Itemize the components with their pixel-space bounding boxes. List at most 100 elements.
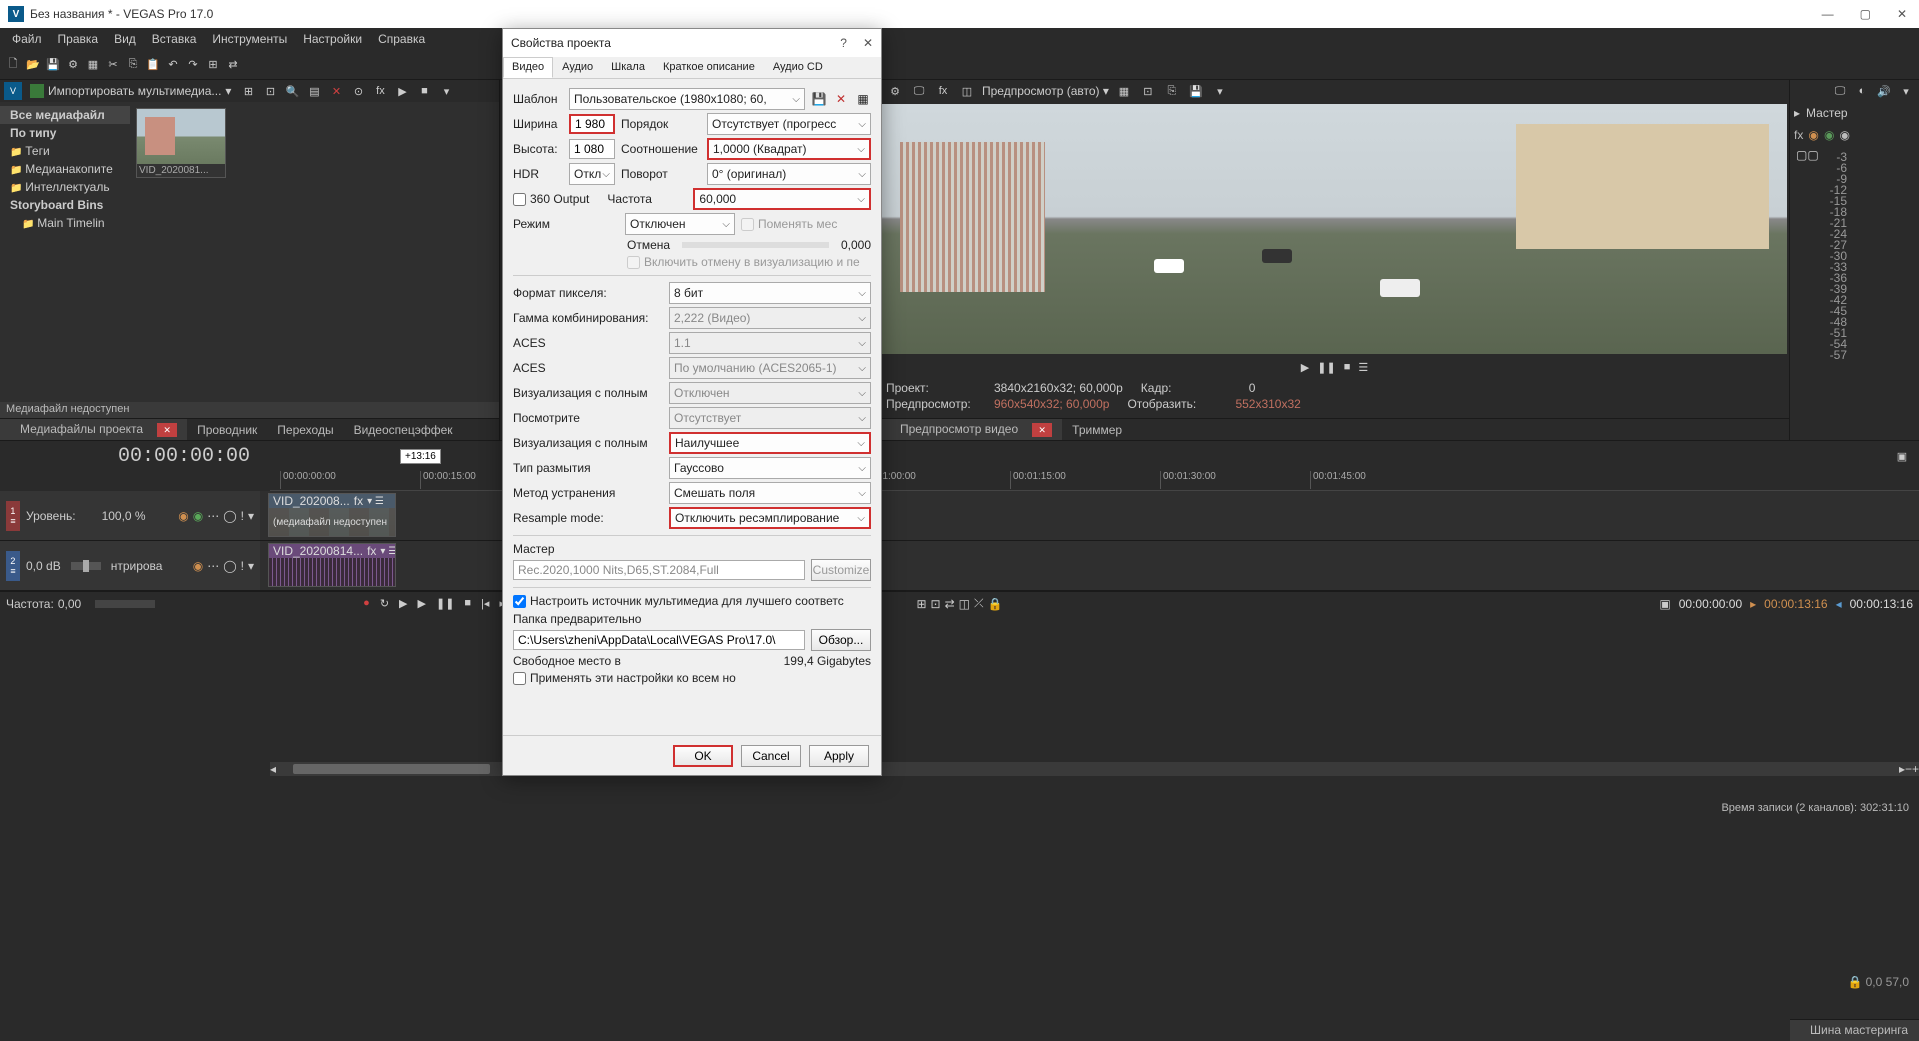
stereo-mode-select[interactable]: Отключен	[625, 213, 735, 235]
track-auto-icon[interactable]: ▾	[248, 509, 254, 523]
master-fx1-icon[interactable]: ◉	[1808, 128, 1818, 142]
go-start-icon[interactable]: |◂	[477, 597, 493, 610]
media-fx-icon[interactable]: fx	[371, 82, 389, 100]
copy-icon[interactable]: ⎘	[124, 56, 142, 74]
tab-ruler[interactable]: Шкала	[602, 57, 654, 78]
menu-file[interactable]: Файл	[4, 30, 50, 48]
width-input[interactable]	[569, 114, 615, 134]
template-delete-icon[interactable]: ✕	[833, 91, 849, 107]
media-logo-icon[interactable]: V	[4, 82, 22, 100]
preview-more-icon[interactable]: ▾	[1211, 82, 1229, 100]
preview-ext-icon[interactable]: 🖵	[910, 82, 928, 100]
save-icon[interactable]: 💾	[44, 56, 62, 74]
open-icon[interactable]: 📂	[24, 56, 42, 74]
track-mute-icon[interactable]: ◯	[223, 509, 236, 523]
field-order-select[interactable]: Отсутствует (прогресс	[707, 113, 871, 135]
new-icon[interactable]: 🗋	[4, 56, 22, 74]
adjust-source-checkbox[interactable]: Настроить источник мультимедиа для лучше…	[513, 594, 871, 608]
tree-all-media[interactable]: Все медиафайл	[0, 106, 130, 124]
snap-toggle-icon[interactable]: ⊞	[916, 597, 926, 611]
master-fx2-icon[interactable]: ◉	[1824, 128, 1834, 142]
look-select[interactable]: Отсутствует	[669, 407, 871, 429]
swap-checkbox[interactable]: Поменять мес	[741, 217, 837, 231]
prerender-folder-input[interactable]	[513, 630, 805, 650]
import-media-button[interactable]: Импортировать мультимедиа... ▾	[26, 82, 235, 100]
master-expand-icon[interactable]: ▸	[1794, 106, 1800, 120]
apply-button[interactable]: Apply	[809, 745, 869, 767]
autoripple-icon[interactable]: ⇄	[224, 56, 242, 74]
tree-by-type[interactable]: По типу	[0, 124, 130, 142]
aces-version-select[interactable]: 1.1	[669, 332, 871, 354]
tab-master-bus[interactable]: Шина мастеринга✕	[1790, 1020, 1919, 1041]
media-stop-icon[interactable]: ■	[415, 82, 433, 100]
preview-settings-icon[interactable]: ⚙	[886, 82, 904, 100]
ripple-icon[interactable]: ⇄	[945, 597, 955, 611]
track-fx-icon[interactable]: ◉	[178, 509, 188, 523]
track-color-icon[interactable]: ◉	[193, 509, 203, 523]
customize-button[interactable]: Customize	[811, 559, 871, 581]
track-solo-icon[interactable]: !	[241, 559, 244, 573]
tab-close-icon[interactable]: ✕	[157, 423, 177, 437]
maximize-button[interactable]: ▢	[1856, 7, 1875, 21]
media-play-icon[interactable]: ▶	[393, 82, 411, 100]
preview-split-icon[interactable]: ◫	[958, 82, 976, 100]
track-fx-icon[interactable]: ◉	[193, 559, 203, 573]
tree-storyboard[interactable]: Storyboard Bins	[0, 196, 130, 214]
rate-slider[interactable]	[95, 600, 155, 608]
zoom-in-icon[interactable]: +	[1912, 762, 1919, 776]
track-volume-slider[interactable]	[71, 562, 101, 570]
track-number[interactable]: 1≡	[6, 501, 20, 531]
preview-stop-icon[interactable]: ■	[1344, 361, 1351, 373]
master-display-input[interactable]	[513, 560, 805, 580]
preview-grid-icon[interactable]: ▦	[1115, 82, 1133, 100]
menu-edit[interactable]: Правка	[50, 30, 107, 48]
blur-type-select[interactable]: Гауссово	[669, 457, 871, 479]
media-remove-icon[interactable]: ✕	[327, 82, 345, 100]
framerate-select[interactable]: 60,000	[693, 188, 871, 210]
tab-summary[interactable]: Краткое описание	[654, 57, 764, 78]
master-down-icon[interactable]: ▾	[1897, 82, 1915, 100]
event-icon[interactable]: ◫	[959, 597, 970, 611]
tab-audiocd[interactable]: Аудио CD	[764, 57, 832, 78]
timeline-maximize-icon[interactable]: ▣	[1893, 447, 1911, 465]
tree-media-drives[interactable]: Медианакопите	[0, 160, 130, 178]
tree-smart[interactable]: Интеллектуаль	[0, 178, 130, 196]
hdr-select[interactable]: Откл	[569, 163, 615, 185]
output360-checkbox[interactable]: 360 Output	[513, 192, 589, 206]
template-match-icon[interactable]: ▦	[855, 91, 871, 107]
preview-overlay-icon[interactable]: ⊡	[1139, 82, 1157, 100]
quantize-icon[interactable]: ⊡	[931, 597, 941, 611]
master-fx-icon[interactable]: fx	[1794, 128, 1803, 142]
audio-clip[interactable]: VID_20200814... fx ▾ ☰	[268, 543, 396, 587]
tc-in-icon[interactable]: ▸	[1750, 597, 1756, 611]
record-icon[interactable]: ●	[359, 597, 374, 610]
track-mute-icon[interactable]: ◯	[223, 559, 236, 573]
tab-videofx[interactable]: Видеоспецэффек	[344, 420, 463, 440]
preview-play-icon[interactable]: ▶	[1301, 361, 1309, 374]
template-select[interactable]: Пользовательское (1980x1080; 60,	[569, 88, 805, 110]
browse-button[interactable]: Обзор...	[811, 629, 871, 651]
clip-fx-icon[interactable]: fx	[367, 544, 376, 558]
pixelformat-select[interactable]: 8 бит	[669, 282, 871, 304]
close-button[interactable]: ✕	[1893, 7, 1911, 21]
ok-button[interactable]: OK	[673, 745, 733, 767]
timeline-marker[interactable]: +13:16	[400, 449, 441, 464]
preview-copy-icon[interactable]: ⎘	[1163, 82, 1181, 100]
redo-icon[interactable]: ↷	[184, 56, 202, 74]
play-start-icon[interactable]: ▶	[395, 597, 411, 610]
media-more-icon[interactable]: ▾	[437, 82, 455, 100]
tree-tags[interactable]: Теги	[0, 142, 130, 160]
track-solo-icon[interactable]: !	[241, 509, 244, 523]
cut-icon[interactable]: ✂	[104, 56, 122, 74]
tab-explorer[interactable]: Проводник	[187, 420, 267, 440]
master-fx3-icon[interactable]: ◉	[1840, 128, 1850, 142]
play-icon[interactable]: ▶	[414, 597, 430, 610]
menu-view[interactable]: Вид	[106, 30, 144, 48]
master-dim-icon[interactable]: ◐	[1853, 82, 1871, 100]
tree-main-timeline[interactable]: Main Timelin	[0, 214, 130, 232]
menu-help[interactable]: Справка	[370, 30, 433, 48]
tc-square-icon[interactable]: ▣	[1659, 597, 1670, 611]
deinterlace-select[interactable]: Смешать поля	[669, 482, 871, 504]
tab-trimmer[interactable]: Триммер	[1062, 420, 1132, 440]
media-props-icon[interactable]: ⊙	[349, 82, 367, 100]
